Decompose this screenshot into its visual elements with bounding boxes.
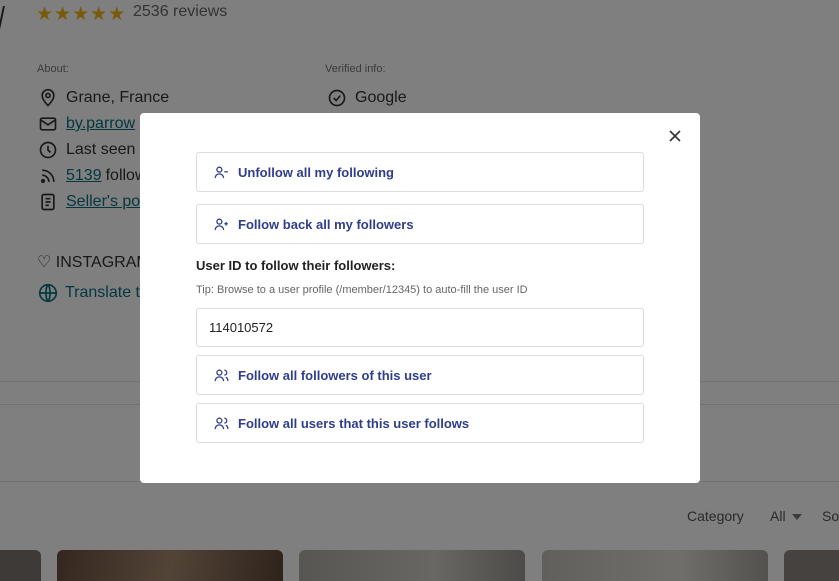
follow-tools-modal: Unfollow all my following Follow back al… [140, 113, 700, 483]
user-plus-icon [214, 218, 228, 230]
user-id-input[interactable] [196, 308, 644, 347]
user-id-label: User ID to follow their followers: [196, 258, 396, 273]
follow-following-label: Follow all users that this user follows [238, 415, 470, 431]
follow-back-button[interactable]: Follow back all my followers [196, 204, 644, 244]
close-button[interactable] [666, 127, 684, 145]
users-icon [214, 417, 229, 429]
unfollow-all-label: Unfollow all my following [238, 164, 394, 180]
user-minus-icon [214, 166, 228, 178]
user-id-tip: Tip: Browse to a user profile (/member/1… [196, 284, 528, 296]
users-icon [214, 369, 229, 381]
follow-following-button[interactable]: Follow all users that this user follows [196, 403, 644, 443]
follow-followers-button[interactable]: Follow all followers of this user [196, 355, 644, 395]
follow-back-label: Follow back all my followers [238, 216, 414, 232]
close-icon [669, 130, 681, 142]
follow-followers-label: Follow all followers of this user [238, 367, 432, 383]
unfollow-all-button[interactable]: Unfollow all my following [196, 152, 644, 192]
